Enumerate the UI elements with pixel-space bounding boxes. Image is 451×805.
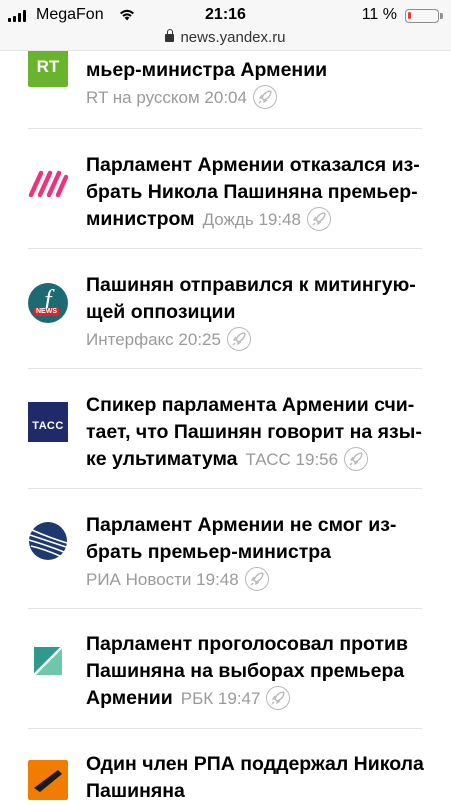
- news-source: РИА Новости 19:48: [86, 570, 239, 589]
- news-source: РБК 19:47: [180, 689, 261, 708]
- status-bar: MegaFon 21:16 11 % news.yandex.ru: [0, 0, 451, 51]
- news-title[interactable]: Спикер парламента Армении счи-: [86, 392, 426, 419]
- sputnik-logo: [28, 760, 68, 800]
- rocket-icon[interactable]: [306, 207, 331, 231]
- ria-logo: [28, 521, 68, 561]
- lock-icon: [165, 29, 175, 42]
- rocket-icon[interactable]: [244, 567, 269, 591]
- news-title[interactable]: брать премьер-министра: [86, 539, 426, 566]
- news-source: RT на русском 20:04: [86, 88, 247, 107]
- news-title[interactable]: брать Никола Пашиняна премьер-: [86, 179, 426, 206]
- news-title[interactable]: Пашиняна: [86, 778, 426, 805]
- rt-logo: RT: [28, 47, 68, 87]
- rocket-icon[interactable]: [252, 85, 277, 109]
- dozhd-logo: [28, 164, 68, 204]
- news-source: Дождь 19:48: [202, 210, 301, 229]
- news-title[interactable]: Пашиняна на выборах премьера: [86, 658, 426, 685]
- news-title[interactable]: ке ультиматума: [86, 448, 237, 470]
- divider: [28, 488, 422, 489]
- news-source: Интерфакс 20:25: [86, 330, 221, 349]
- news-source: ТАСС 19:56: [245, 450, 339, 469]
- rocket-icon[interactable]: [344, 447, 369, 471]
- news-title[interactable]: Армении: [86, 687, 173, 709]
- news-title[interactable]: Парламент Армении отказался из-: [86, 152, 426, 179]
- news-title[interactable]: тает, что Пашинян говорит на язы-: [86, 419, 426, 446]
- interfax-logo: f NEWS: [28, 283, 68, 323]
- news-title[interactable]: мьер-министра Армении: [86, 57, 426, 84]
- news-title[interactable]: Один член РПА поддержал Никола: [86, 751, 426, 778]
- rocket-icon[interactable]: [226, 327, 251, 351]
- news-title[interactable]: министром: [86, 208, 195, 230]
- divider: [28, 728, 422, 729]
- divider: [28, 368, 422, 369]
- url-bar[interactable]: news.yandex.ru: [0, 29, 451, 46]
- url-text: news.yandex.ru: [180, 29, 286, 46]
- battery-percent: 11 %: [361, 6, 397, 23]
- news-title[interactable]: щей оппозиции: [86, 299, 426, 326]
- news-title[interactable]: Пашинян отправился к митингую-: [86, 272, 426, 299]
- tass-logo: ТАСС: [28, 402, 68, 442]
- news-title[interactable]: Парламент проголосовал против: [86, 631, 426, 658]
- rbc-logo: [28, 641, 68, 681]
- divider: [28, 128, 422, 129]
- divider: [28, 248, 422, 249]
- rocket-icon[interactable]: [266, 686, 291, 710]
- news-title[interactable]: Парламент Армении не смог из-: [86, 512, 426, 539]
- battery-icon: [405, 9, 443, 23]
- divider: [28, 608, 422, 609]
